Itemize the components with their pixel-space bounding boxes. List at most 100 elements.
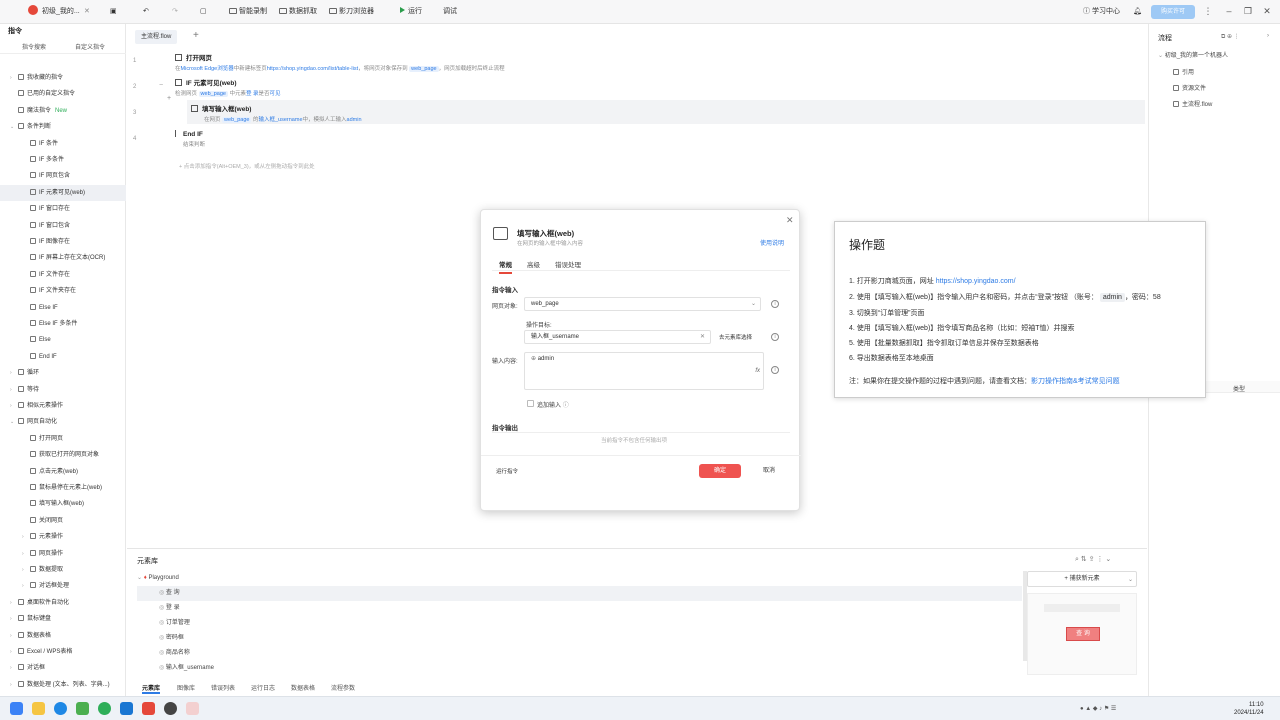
info-icon[interactable]: i [771,333,779,341]
command-item[interactable]: ⌄ 条件判断 [0,119,126,135]
ok-button[interactable]: 确定 [699,464,741,478]
learning-center-button[interactable]: ⓘ 学习中心 [1078,5,1125,19]
command-item[interactable]: › 循环 [0,365,126,381]
expand-icon[interactable]: › [10,677,16,693]
element-row[interactable]: ◎ 输入框_username [137,661,1022,676]
smart-record-button[interactable]: 智能录制 [224,5,272,19]
cancel-button[interactable]: 取消 [751,464,787,478]
expand-icon[interactable]: ⌄ [10,119,16,135]
redo-icon[interactable]: ↷ [172,5,178,19]
minimize-icon[interactable]: – [1224,6,1234,16]
info-icon[interactable]: ⓘ [563,403,569,409]
app-icon[interactable] [76,702,89,715]
comment-icon[interactable]: ▢ [200,5,207,19]
command-item[interactable]: Else IF [0,300,126,316]
command-item[interactable]: IF 屏幕上存在文本(OCR) [0,250,126,266]
yingdao-icon[interactable] [186,702,199,715]
flow-step-fill-input[interactable]: 填写输入框(web) 在网页 web_page 的输入框_username中，模… [187,100,1145,124]
element-group[interactable]: ⌄ ♦ Playground [137,571,1022,586]
guide-link[interactable]: 影刀操作指南&考试常见问题 [1031,378,1120,385]
element-row[interactable]: ◎ 登 录 [137,601,1022,616]
expand-icon[interactable]: › [22,529,28,545]
edge-icon[interactable] [54,702,67,715]
fx-icon[interactable]: fx [755,365,760,377]
command-item[interactable]: 获取已打开的网页对象 [0,447,126,463]
command-item[interactable]: › 鼠标键盘 [0,611,126,627]
expand-icon[interactable]: › [22,546,28,562]
save-icon[interactable]: ▣ [110,5,117,19]
command-item[interactable]: 关闭网页 [0,513,126,529]
expand-icon[interactable]: › [22,562,28,578]
bottom-tab[interactable]: 图像库 [177,683,195,692]
tree-item-main-flow[interactable]: 主流程.flow [1173,99,1212,108]
close-tab-icon[interactable]: ✕ [84,5,90,19]
close-icon[interactable]: ✕ [786,215,794,226]
command-item[interactable]: › 对话框处理 [0,578,126,594]
bottom-tab[interactable]: 数据表格 [291,683,315,692]
command-item[interactable]: IF 图像存在 [0,234,126,250]
bell-icon[interactable]: 🔔︎ [1133,5,1142,19]
tab-advanced[interactable]: 高级 [527,259,540,269]
upgrade-button[interactable]: 购买许可 [1151,5,1195,19]
tree-item-reference[interactable]: 引用 [1173,67,1194,76]
command-item[interactable]: › Excel / WPS表格 [0,644,126,660]
expand-icon[interactable]: › [10,595,16,611]
expand-icon[interactable]: › [10,628,16,644]
command-item[interactable]: IF 元素可见(web) [0,184,126,201]
flow-step-if-visible[interactable]: IF 元素可见(web) 检测网页 web_page 中元素登 录是否可见 [175,77,1145,97]
menu-icon[interactable]: ⋮ [1203,6,1213,16]
chevron-down-icon[interactable]: ⌄ [1128,576,1133,583]
command-item[interactable]: › 相似元素操作 [0,398,126,414]
command-item[interactable]: › 元素操作 [0,529,126,545]
app-icon[interactable] [164,702,177,715]
command-item[interactable]: End IF [0,349,126,365]
command-item[interactable]: › 桌面软件自动化 [0,595,126,611]
command-item[interactable]: 点击元素(web) [0,464,126,480]
command-item[interactable]: 填写输入框(web) [0,496,126,512]
collapse-panel-icon[interactable]: › [1267,33,1269,39]
command-item[interactable]: IF 条件 [0,136,126,152]
capture-element-button[interactable]: + 捕获新元素 [1027,571,1137,587]
expand-icon[interactable]: › [10,365,16,381]
element-row[interactable]: ◎ 密码框 [137,631,1022,646]
tab-general[interactable]: 常规 [499,259,512,274]
tab-command-search[interactable]: 指令搜索 [22,42,46,51]
command-item[interactable]: 打开网页 [0,431,126,447]
element-toolbar-icons[interactable]: ⌕ ⇅ ⇪ ⋮ ⌄ [1075,555,1111,564]
expand-icon[interactable]: › [22,578,28,594]
maximize-icon[interactable]: ❐ [1243,6,1253,16]
command-item[interactable]: › 数据提取 [0,562,126,578]
expand-icon[interactable]: › [10,660,16,676]
usage-help-link[interactable]: 使用说明 [760,238,784,247]
expand-icon[interactable]: › [10,611,16,627]
expand-icon[interactable]: › [10,398,16,414]
add-step-icon[interactable]: + [167,95,171,102]
collapse-icon[interactable]: − [159,82,163,89]
tree-item-resources[interactable]: 资源文件 [1173,83,1206,92]
bottom-tab[interactable]: 错误列表 [211,683,235,692]
expand-icon[interactable]: › [10,644,16,660]
tab-error-handling[interactable]: 错误处理 [555,259,581,269]
command-item[interactable]: ⌄ 网页自动化 [0,414,126,430]
clear-icon[interactable]: ✕ [700,331,705,343]
command-item[interactable]: › 数据表格 [0,628,126,644]
info-icon[interactable]: i [771,300,779,308]
bottom-tab[interactable]: 元素库 [142,683,161,694]
run-button[interactable]: 运行 [395,5,427,19]
command-item[interactable]: › 等待 [0,382,126,398]
command-item[interactable]: IF 窗口包含 [0,218,126,234]
target-element-field[interactable]: 输入框_username ✕ [524,330,711,344]
command-item[interactable]: 鼠标悬停在元素上(web) [0,480,126,496]
element-row[interactable]: ◎ 查 询 [137,586,1022,601]
element-row[interactable]: ◎ 订单管理 [137,616,1022,631]
content-textarea[interactable]: ⊕ admin fx [524,352,764,390]
command-item[interactable]: Else [0,332,126,348]
bottom-tab[interactable]: 运行日志 [251,683,275,692]
command-item[interactable]: IF 文件夹存在 [0,283,126,299]
panel-toolbar-icons[interactable]: ⧉ ⊕ ⋮ [1221,33,1240,41]
command-item[interactable]: IF 文件存在 [0,267,126,283]
bottom-tab[interactable]: 流程参数 [331,683,355,692]
project-node[interactable]: ⌄ 初级_我的第一个机器人 [1158,50,1228,59]
vscode-icon[interactable] [120,702,133,715]
close-window-icon[interactable]: ✕ [1262,6,1272,16]
